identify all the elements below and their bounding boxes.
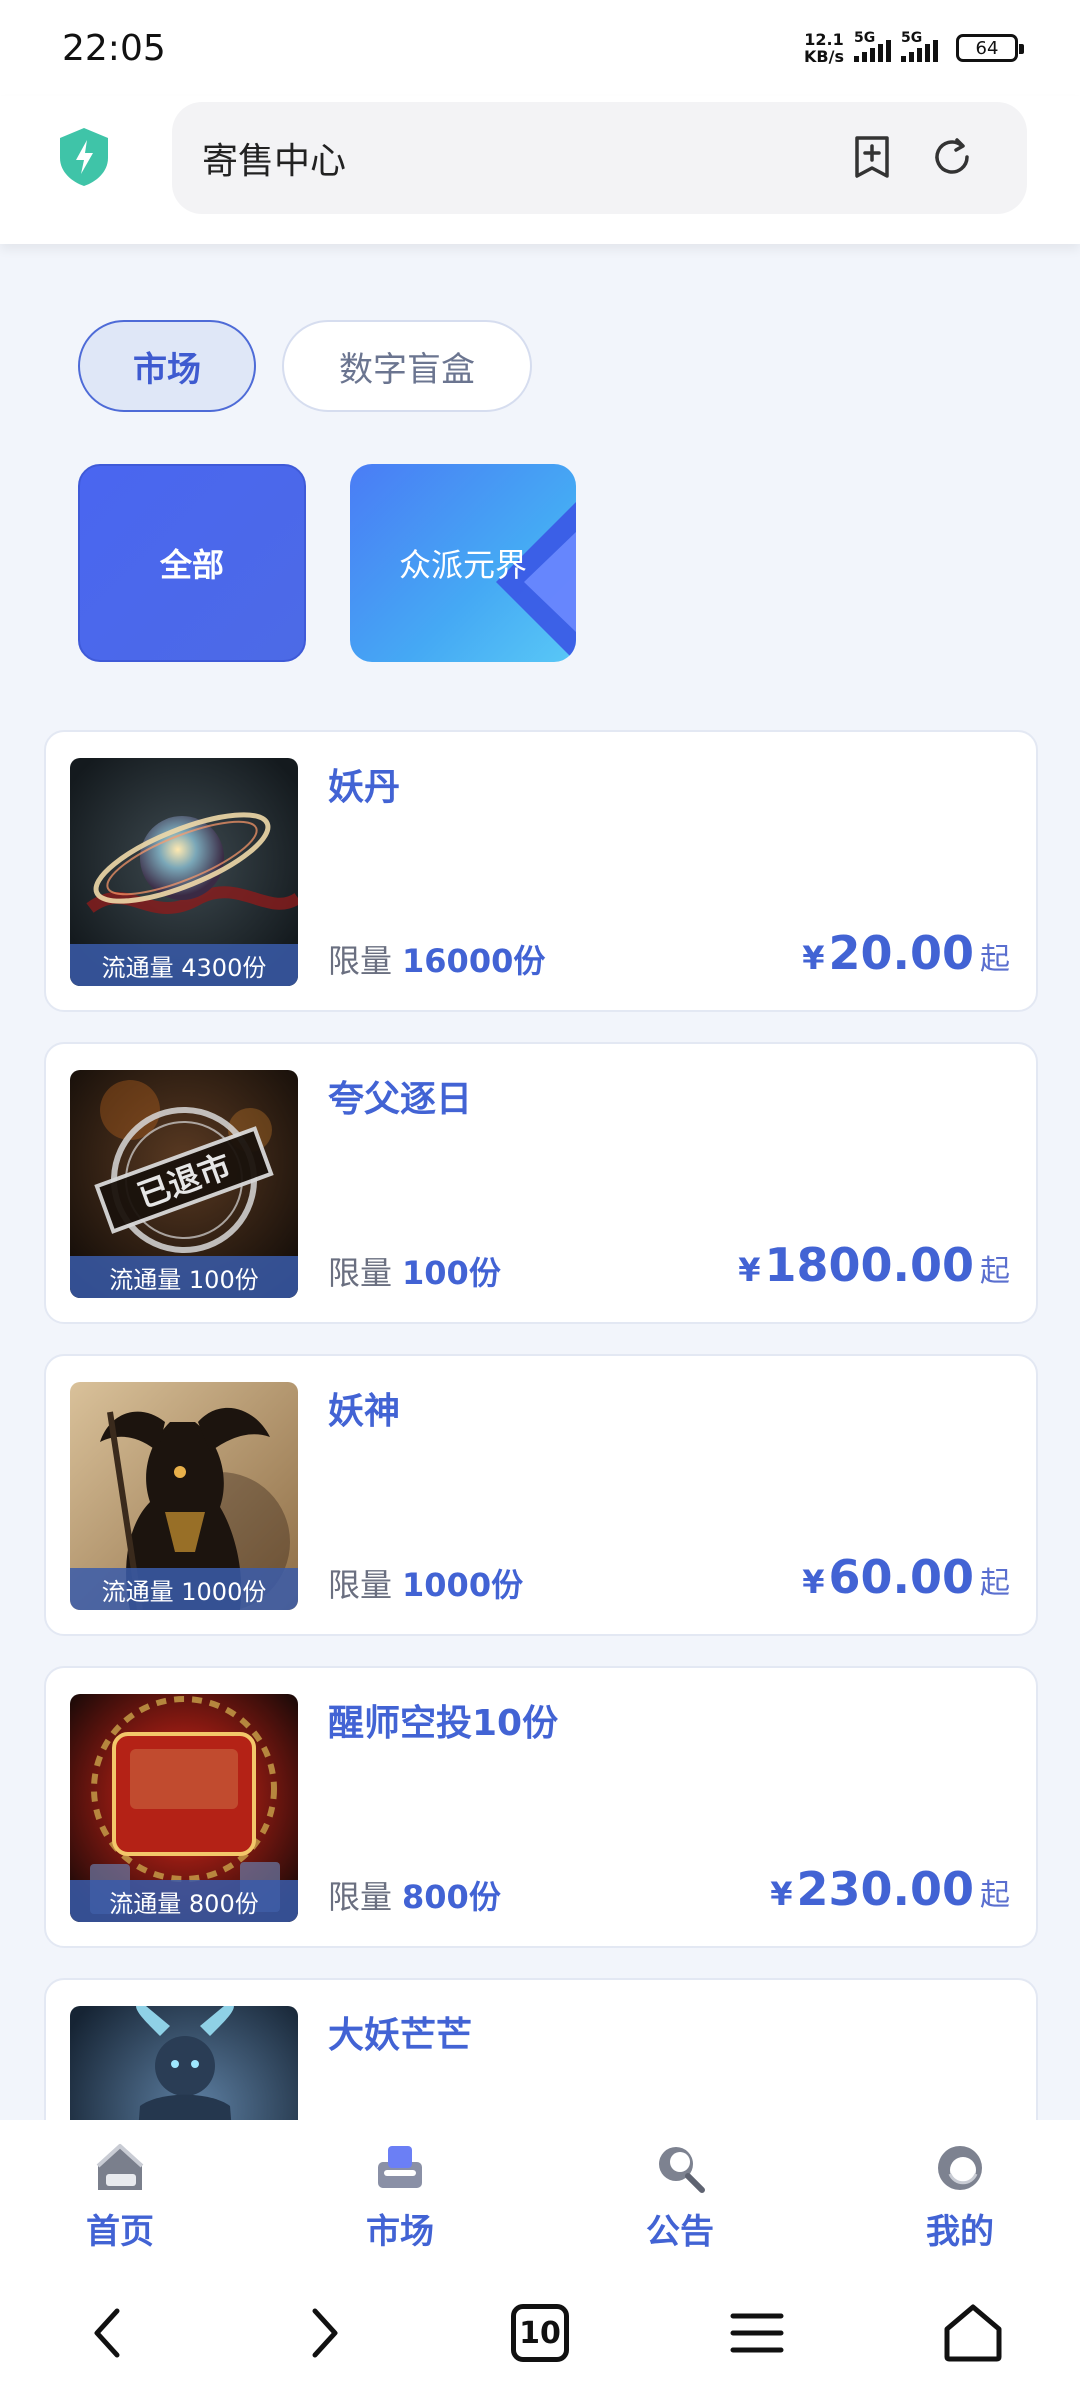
limit-value: 1000份 [402, 1566, 524, 1604]
product-card[interactable]: 流通量 800份 醒师空投10份 限量 800份 ¥ 230.00 起 [44, 1666, 1038, 1948]
shield-icon[interactable] [56, 126, 112, 188]
chevron-right-icon [312, 2308, 338, 2358]
product-image: 已退市 流通量 100份 [70, 1070, 298, 1298]
nav-home[interactable]: 首页 [50, 2140, 190, 2253]
limit-value: 800份 [402, 1878, 501, 1916]
status-indicators: 12.1 KB/s 5G 5G 64 [804, 30, 1024, 65]
product-price: ¥ 60.00 起 [802, 1550, 1010, 1604]
product-name: 妖神 [328, 1391, 401, 1432]
signal-icon: 5G [854, 30, 891, 62]
top-bar: 寄售中心 [0, 96, 1080, 244]
product-image: 流通量 1000份 [70, 1382, 298, 1610]
currency-symbol: ¥ [802, 1563, 825, 1601]
menu-button[interactable] [722, 2298, 792, 2368]
limit-label: 限量 [328, 1254, 393, 1292]
circulation-badge: 流通量 800份 [70, 1880, 298, 1922]
price-suffix: 起 [980, 942, 1010, 977]
signal-icon: 5G [901, 30, 938, 62]
tab-market[interactable]: 市场 [78, 320, 256, 412]
category-label: 众派元界 [398, 546, 527, 584]
product-name: 妖丹 [328, 767, 401, 808]
signal-label: 5G [901, 30, 923, 46]
product-card[interactable]: 流通量 4300份 妖丹 限量 16000份 ¥ 20.00 起 [44, 730, 1038, 1012]
address-bar[interactable]: 寄售中心 [172, 102, 1027, 214]
product-image: 流通量 800份 [70, 1694, 298, 1922]
status-bar: 22:05 12.1 KB/s 5G 5G 64 [0, 0, 1080, 96]
bottom-nav: 首页 市场 公告 我的 [0, 2120, 1080, 2270]
circulation-badge: 流通量 1000份 [70, 1568, 298, 1610]
product-limit: 限量 16000份 [328, 936, 545, 982]
status-time: 22:05 [62, 27, 166, 69]
bookmark-add-icon[interactable] [847, 132, 897, 182]
currency-symbol: ¥ [770, 1875, 793, 1913]
back-button[interactable] [72, 2298, 142, 2368]
signal-label: 5G [854, 30, 876, 46]
tab-count: 10 [519, 2315, 561, 2351]
product-name: 夸父逐日 [328, 1079, 473, 1120]
limit-value: 100份 [402, 1254, 501, 1292]
menu-icon [730, 2313, 784, 2353]
nav-label: 首页 [86, 2212, 154, 2252]
currency-symbol: ¥ [738, 1251, 761, 1289]
nav-label: 公告 [646, 2212, 714, 2252]
battery-icon: 64 [956, 34, 1024, 62]
product-limit: 限量 800份 [328, 1872, 501, 1918]
circulation-badge: 流通量 4300份 [70, 944, 298, 986]
price-value: 60.00 [828, 1550, 974, 1604]
limit-label: 限量 [328, 942, 393, 980]
battery-level: 64 [975, 37, 999, 59]
nav-profile[interactable]: 我的 [890, 2140, 1030, 2253]
product-limit: 限量 1000份 [328, 1560, 523, 1606]
refresh-icon[interactable] [927, 132, 977, 182]
category-all[interactable]: 全部 [78, 464, 306, 662]
circulation-badge: 流通量 100份 [70, 1256, 298, 1298]
price-value: 230.00 [796, 1862, 974, 1916]
limit-value: 16000份 [402, 942, 546, 980]
limit-label: 限量 [328, 1878, 393, 1916]
product-card[interactable]: 已退市 流通量 100份 夸父逐日 限量 100份 ¥ 1800.00 起 [44, 1042, 1038, 1324]
category-zhongpai[interactable]: 众派元界 [350, 464, 576, 662]
price-suffix: 起 [980, 1566, 1010, 1601]
product-name: 大妖芒芒 [328, 2015, 473, 2056]
home-icon [96, 2144, 144, 2190]
announcement-icon [659, 2147, 705, 2193]
currency-symbol: ¥ [802, 939, 825, 977]
product-price: ¥ 1800.00 起 [738, 1238, 1010, 1292]
profile-icon [938, 2146, 982, 2190]
price-value: 20.00 [828, 926, 974, 980]
home-button[interactable] [938, 2298, 1008, 2368]
product-image: 流通量 4300份 [70, 758, 298, 986]
nav-market[interactable]: 市场 [330, 2140, 470, 2253]
network-speed-value: 12.1 [804, 30, 844, 49]
limit-label: 限量 [328, 1566, 393, 1604]
category-label: 全部 [159, 546, 224, 584]
home-outline-icon [944, 2304, 1002, 2362]
nav-announcements[interactable]: 公告 [610, 2140, 750, 2253]
product-card[interactable]: 流通量 1000份 妖神 限量 1000份 ¥ 60.00 起 [44, 1354, 1038, 1636]
network-speed-unit: KB/s [804, 47, 844, 66]
product-price: ¥ 20.00 起 [802, 926, 1010, 980]
tabs-icon: 10 [511, 2304, 569, 2362]
product-price: ¥ 230.00 起 [770, 1862, 1010, 1916]
tabs-button[interactable]: 10 [505, 2298, 575, 2368]
product-name: 醒师空投10份 [328, 1703, 559, 1744]
page-title: 寄售中心 [202, 141, 347, 182]
price-suffix: 起 [980, 1878, 1010, 1913]
price-value: 1800.00 [764, 1238, 974, 1292]
chevron-left-icon [94, 2308, 120, 2358]
network-speed: 12.1 KB/s [804, 31, 844, 65]
tab-digital-blind-box[interactable]: 数字盲盒 [282, 320, 532, 412]
market-icon [378, 2146, 422, 2188]
price-suffix: 起 [980, 1254, 1010, 1289]
nav-label: 市场 [366, 2212, 434, 2252]
system-nav: 10 [0, 2270, 1080, 2400]
forward-button[interactable] [290, 2298, 360, 2368]
product-limit: 限量 100份 [328, 1248, 501, 1294]
nav-label: 我的 [926, 2212, 994, 2252]
